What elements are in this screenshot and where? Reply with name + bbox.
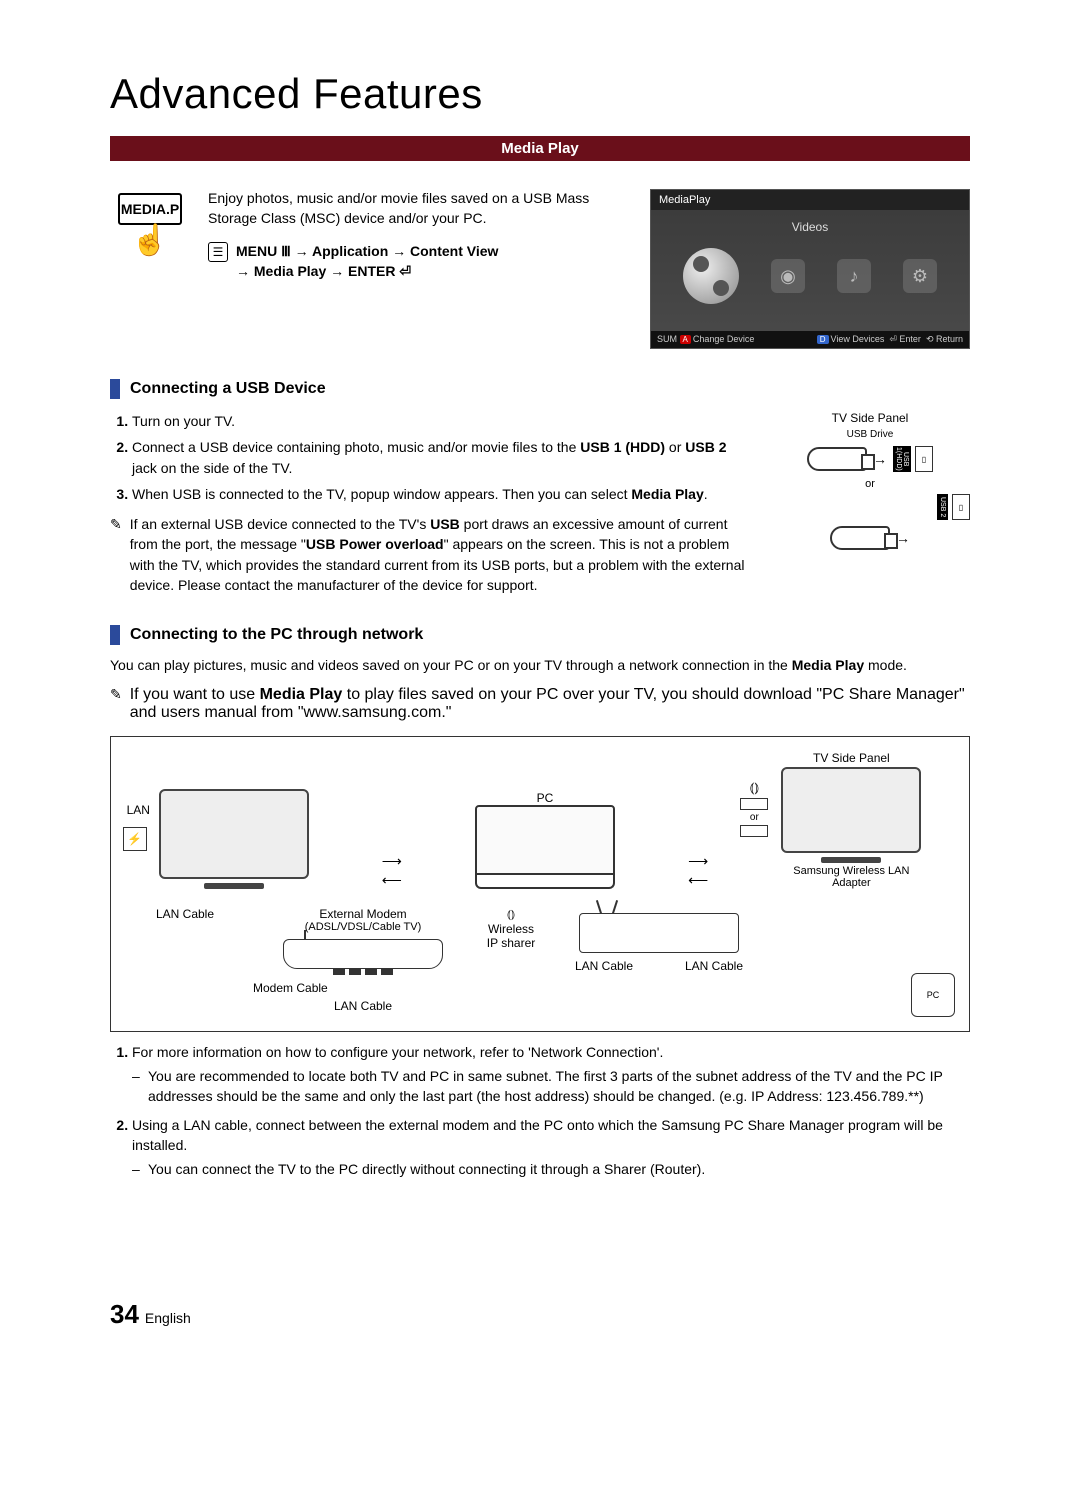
arrow-bi-icon: ⟶⟵ — [688, 853, 708, 889]
ss-footer-right: DView Devices ⏎ Enter ⟲ Return — [817, 334, 963, 345]
blue-badge: D — [817, 335, 829, 344]
network-diagram: LAN ⚡ ⟶⟵ PC ⟶⟵ TV Side Panel ⦅⦆ or — [110, 736, 970, 1032]
arrow-icon-2: → — [896, 530, 910, 546]
note-icon: ✎ — [110, 686, 122, 722]
remote-key-label: MEDIA.P — [118, 193, 182, 225]
section1-title: Connecting a USB Device — [130, 380, 326, 398]
side-tv-title: TV Side Panel — [781, 751, 921, 765]
section-marker-icon — [110, 625, 120, 645]
section-banner: Media Play — [110, 136, 970, 161]
ss-return: Return — [936, 334, 963, 344]
wall-socket-icon: ⚡ — [123, 827, 147, 851]
step-2: Connect a USB device containing photo, m… — [132, 437, 750, 478]
page-title: Advanced Features — [110, 70, 970, 118]
modem-sub: (ADSL/VDSL/Cable TV) — [253, 921, 473, 933]
ss-footer-left: SUM AChange Device — [657, 334, 754, 345]
settings-icon: ⚙ — [903, 259, 937, 293]
video-reel-icon — [683, 248, 739, 304]
lan-cable-label2: LAN Cable — [253, 999, 473, 1013]
net-step-1: For more information on how to configure… — [132, 1042, 970, 1107]
ss-enter: Enter — [899, 334, 921, 344]
page-footer: 34 English — [110, 1299, 970, 1330]
nav-line2: → Media Play → ENTER ⏎ — [236, 263, 411, 279]
wireless-ip-label: Wireless IP sharer — [481, 922, 541, 950]
note-icon: ✎ — [110, 514, 122, 595]
wlan-adapter-icon — [740, 798, 768, 810]
side-panel-title: TV Side Panel — [770, 411, 970, 425]
wifi-waves-icon: ⦅⦆ — [481, 907, 541, 922]
usb2-port-icon: ▯ — [952, 494, 970, 520]
red-badge: A — [680, 335, 691, 344]
side-tv-icon: ⦅⦆ or — [781, 767, 921, 853]
pc-share-icon: PC — [911, 973, 955, 1017]
para-network: You can play pictures, music and videos … — [110, 655, 970, 675]
menu-icon: ☰ — [208, 242, 228, 262]
usb1-port-icon: ▯ — [915, 446, 933, 472]
wlan-adapter-icon2 — [740, 825, 768, 837]
or-label-2: or — [731, 812, 777, 823]
ss-header: MediaPlay — [651, 190, 969, 210]
lan-cable-label4: LAN Cable — [685, 959, 743, 973]
usb2-tag: USB 2 — [937, 494, 948, 520]
samsung-wlan-label: Samsung Wireless LAN Adapter — [781, 865, 921, 889]
intro-text: Enjoy photos, music and/or movie files s… — [208, 189, 624, 228]
net-step-2a: You can connect the TV to the PC directl… — [132, 1159, 970, 1179]
footer-lang: English — [145, 1310, 191, 1326]
or-label: or — [770, 478, 970, 490]
ss-mode-label: Videos — [651, 220, 969, 234]
hand-icon: ☝ — [118, 223, 182, 258]
modem-cable-label: Modem Cable — [253, 981, 328, 995]
banner-label: Media Play — [501, 140, 579, 157]
net-step-2: Using a LAN cable, connect between the e… — [132, 1115, 970, 1180]
nav-line1: MENU Ⅲ → Application → Content View — [236, 243, 498, 259]
lan-cable-label: LAN Cable — [125, 907, 245, 921]
note-usb-overload: If an external USB device connected to t… — [130, 514, 750, 595]
net-step-1a: You are recommended to locate both TV an… — [132, 1066, 970, 1107]
arrow-icon: → — [873, 451, 887, 467]
tv-icon: LAN ⚡ — [159, 789, 309, 889]
usb-steps: Turn on your TV. Connect a USB device co… — [110, 411, 750, 504]
router-icon — [579, 913, 739, 953]
pc-label: PC — [475, 791, 615, 805]
network-steps: For more information on how to configure… — [110, 1042, 970, 1180]
usb-drive-icon — [807, 447, 867, 471]
mediaplay-screenshot: MediaPlay Videos ◉ ♪ ⚙ SUM AChange Devic… — [650, 189, 970, 349]
section-marker-icon — [110, 379, 120, 399]
usb-side-diagram: TV Side Panel USB Drive → USB 1(HDD) ▯ o… — [770, 411, 970, 595]
section2-title: Connecting to the PC through network — [130, 626, 423, 644]
lan-label: LAN — [127, 803, 150, 817]
ss-change: Change Device — [693, 334, 755, 344]
usb-drive-label: USB Drive — [770, 429, 970, 440]
ss-sum: SUM — [657, 334, 677, 344]
ss-view: View Devices — [831, 334, 885, 344]
usb-drive-icon-2 — [830, 526, 890, 550]
laptop-icon: PC — [475, 789, 615, 889]
step-3: When USB is connected to the TV, popup w… — [132, 484, 750, 504]
nav-path: MENU Ⅲ → Application → Content View → Me… — [236, 242, 498, 281]
net-step1-text: For more information on how to configure… — [132, 1044, 663, 1060]
music-icon: ♪ — [837, 259, 871, 293]
usb1-tag: USB 1(HDD) — [893, 446, 911, 472]
net-step2-text: Using a LAN cable, connect between the e… — [132, 1117, 943, 1153]
lan-cable-label3: LAN Cable — [575, 959, 633, 973]
remote-media-button: MEDIA.P ☝ — [118, 193, 182, 349]
page-number: 34 — [110, 1299, 139, 1330]
arrow-bi-icon: ⟶⟵ — [382, 853, 402, 889]
step-1: Turn on your TV. — [132, 411, 750, 431]
modem-icon — [283, 939, 443, 969]
modem-title: External Modem — [253, 907, 473, 921]
photos-icon: ◉ — [771, 259, 805, 293]
wifi-waves-icon: ⦅⦆ — [731, 779, 777, 796]
note-pc-share: If you want to use Media Play to play fi… — [130, 686, 970, 722]
